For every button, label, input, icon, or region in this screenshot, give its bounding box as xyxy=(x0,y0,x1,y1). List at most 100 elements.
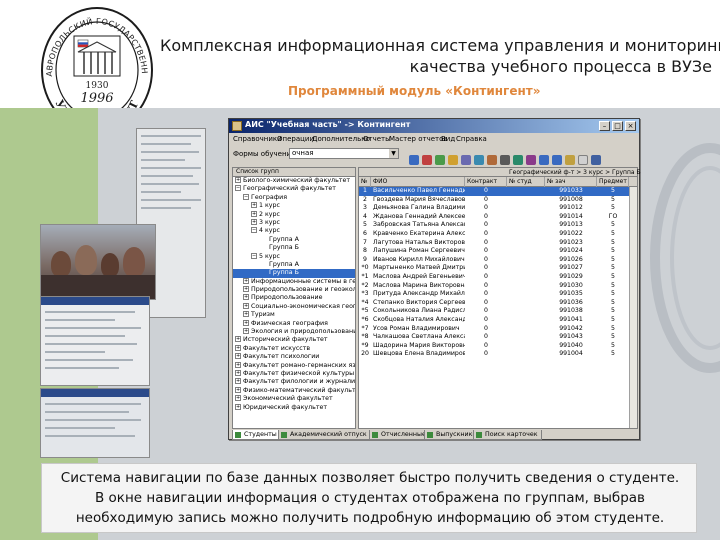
move-down-icon[interactable] xyxy=(552,155,562,165)
grid-scrollbar[interactable] xyxy=(629,187,637,428)
tab-students[interactable]: Студенты xyxy=(232,430,281,440)
tree-item[interactable]: + Природопользование xyxy=(233,294,355,302)
filter-icon[interactable] xyxy=(461,155,471,165)
menu-view[interactable]: Вид xyxy=(441,135,455,143)
col-fio[interactable]: ФИО xyxy=(371,177,465,187)
menu-report-wizard[interactable]: Мастер отчетов xyxy=(389,135,448,143)
col-contract[interactable]: Контракт xyxy=(465,177,507,187)
table-row[interactable]: 20 Шевцова Елена Владимировна 0 991004 5 xyxy=(359,350,637,359)
table-row[interactable]: 4 Жданова Геннадий Алексеевич 0 991014 ГО xyxy=(359,213,637,222)
table-row[interactable]: 7 Лагутова Наталья Викторовна 0 991023 5 xyxy=(359,239,637,248)
expand-icon[interactable]: + xyxy=(235,177,241,183)
tree-item[interactable]: + Факультет психологии xyxy=(233,353,355,361)
report-icon[interactable] xyxy=(487,155,497,165)
menu-references[interactable]: Справочники xyxy=(233,135,282,143)
window-titlebar[interactable]: АИС "Учебная часть" -> Контингент – □ × xyxy=(229,119,639,133)
table-row[interactable]: *3 Притуда Александр Михайлович 0 991035 5 xyxy=(359,290,637,299)
table-row[interactable]: 9 Иванов Кирилл Михайлович 0 991026 5 xyxy=(359,256,637,265)
tree-item[interactable]: +Социально-экономическая география xyxy=(233,302,355,311)
tree-item[interactable]: + Физико-математический факультет xyxy=(233,386,355,395)
tree-item[interactable]: + Экономический факультет xyxy=(233,395,355,403)
expand-icon[interactable]: + xyxy=(243,319,249,326)
table-row[interactable]: 2 Гвоздева Мария Вячеславовна 0 991008 5 xyxy=(359,196,637,205)
settings-icon[interactable] xyxy=(526,155,536,165)
tab-academic-leave[interactable]: Академический отпуск xyxy=(278,430,371,440)
col-record-book[interactable]: № зач xyxy=(545,177,597,187)
table-row[interactable]: *5 Сокольникова Лиана Радиславовна 0 991038… xyxy=(359,307,637,316)
expand-icon[interactable]: + xyxy=(243,311,249,318)
table-row[interactable]: 5 Забровская Татьяна Александровна 0 991013… xyxy=(359,221,637,230)
table-row[interactable]: 3 Демьянова Галина Владимировна 0 991012 5 xyxy=(359,204,637,213)
table-row[interactable]: 8 Лапушина Роман Сергеевич 0 991024 5 xyxy=(359,247,637,256)
refresh-icon[interactable] xyxy=(409,155,419,165)
minimize-button[interactable]: – xyxy=(599,121,610,131)
menu-additional[interactable]: Дополнительно xyxy=(312,135,370,143)
tree-item[interactable]: +Природопользование и геоэкология xyxy=(233,286,355,294)
expand-icon[interactable]: + xyxy=(235,386,241,393)
table-row[interactable]: *9 Шадорина Мария Викторовна 0 991040 5 xyxy=(359,342,637,351)
expand-icon[interactable]: + xyxy=(235,344,241,351)
expand-icon[interactable]: + xyxy=(235,403,241,410)
add-icon[interactable] xyxy=(435,155,445,165)
document-icon[interactable] xyxy=(578,155,588,165)
table-row[interactable]: 1 Васильченко Павел Геннадиевич 0 991033 5 xyxy=(359,187,637,196)
expand-icon[interactable]: + xyxy=(251,202,257,209)
menu-help[interactable]: Справка xyxy=(456,135,487,143)
expand-icon[interactable]: + xyxy=(243,302,249,309)
table-row[interactable]: *2 Маслова Марина Викторовна 0 991030 5 xyxy=(359,282,637,291)
table-row[interactable]: *4 Степанко Виктория Сергеевна 0 991036 5 xyxy=(359,299,637,308)
tree-item[interactable]: Группа Б xyxy=(233,244,355,252)
tab-card-search[interactable]: Поиск карточек xyxy=(473,430,542,440)
tree-item[interactable]: Группа Б xyxy=(233,269,355,278)
table-row[interactable]: *0 Мартыненко Матвей Дмитриевич 0 991027 5 xyxy=(359,264,637,273)
tree-item[interactable]: + Юридический факультет xyxy=(233,403,355,412)
tree-item[interactable]: Группа А xyxy=(233,236,355,244)
menu-operations[interactable]: Операции xyxy=(277,135,314,143)
tree-item[interactable]: +Информационные системы в географии xyxy=(233,277,355,286)
tree-item[interactable]: + Исторический факультет xyxy=(233,336,355,344)
expand-icon[interactable]: + xyxy=(243,277,249,284)
tree-item[interactable]: +Факультет романо-германских языков xyxy=(233,361,355,370)
expand-icon[interactable]: + xyxy=(235,395,241,402)
menu-reports[interactable]: Отчеты xyxy=(363,135,391,143)
expand-icon[interactable]: + xyxy=(251,210,257,217)
tree-item[interactable]: +1 курс xyxy=(233,202,355,210)
collapse-icon[interactable]: − xyxy=(251,227,257,234)
expand-icon[interactable]: + xyxy=(235,361,241,368)
col-number[interactable]: № xyxy=(359,177,371,187)
maximize-button[interactable]: □ xyxy=(612,121,623,131)
folder-icon[interactable] xyxy=(565,155,575,165)
tree-item[interactable]: + Факультет искусств xyxy=(233,344,355,353)
tree-item[interactable]: +3 курс xyxy=(233,218,355,227)
tree-item[interactable]: + Факультет физической культуры xyxy=(233,369,355,378)
tab-expelled[interactable]: Отчисленные xyxy=(369,430,430,440)
table-row[interactable]: 6 Кравченко Екатерина Александровна 0 99102… xyxy=(359,230,637,239)
tree-item[interactable]: Группа А xyxy=(233,261,355,269)
help-icon[interactable] xyxy=(591,155,601,165)
expand-icon[interactable]: + xyxy=(235,336,241,343)
collapse-icon[interactable]: − xyxy=(235,185,241,192)
table-row[interactable]: *1 Маслова Андрей Евгеньевич 0 991029 5 xyxy=(359,273,637,282)
expand-icon[interactable]: + xyxy=(235,369,241,376)
print-icon[interactable] xyxy=(500,155,510,165)
tree-item[interactable]: −4 курс xyxy=(233,227,355,235)
tree-item[interactable]: −5 курс xyxy=(233,252,355,261)
tree-item[interactable]: − География xyxy=(233,193,355,202)
tree-item[interactable]: + Биолого-химический факультет xyxy=(233,177,355,185)
col-subject[interactable]: Предмет xyxy=(597,177,629,187)
tree-item[interactable]: + Туризм xyxy=(233,311,355,319)
collapse-icon[interactable]: − xyxy=(243,193,249,200)
export-icon[interactable] xyxy=(513,155,523,165)
close-button[interactable]: × xyxy=(625,121,636,131)
delete-icon[interactable] xyxy=(422,155,432,165)
tree-item[interactable]: + Физическая география xyxy=(233,319,355,328)
expand-icon[interactable]: + xyxy=(243,328,249,335)
move-up-icon[interactable] xyxy=(539,155,549,165)
edit-icon[interactable] xyxy=(448,155,458,165)
table-row[interactable]: *8 Чалкашова Светлана Александровна 0 99104… xyxy=(359,333,637,342)
tree-item[interactable]: +2 курс xyxy=(233,210,355,219)
expand-icon[interactable]: + xyxy=(235,378,241,385)
table-row[interactable]: *6 Скобцова Наталия Александровна 0 991041 5 xyxy=(359,316,637,325)
tree-item[interactable]: − Географический факультет xyxy=(233,185,355,193)
expand-icon[interactable]: + xyxy=(235,353,241,360)
